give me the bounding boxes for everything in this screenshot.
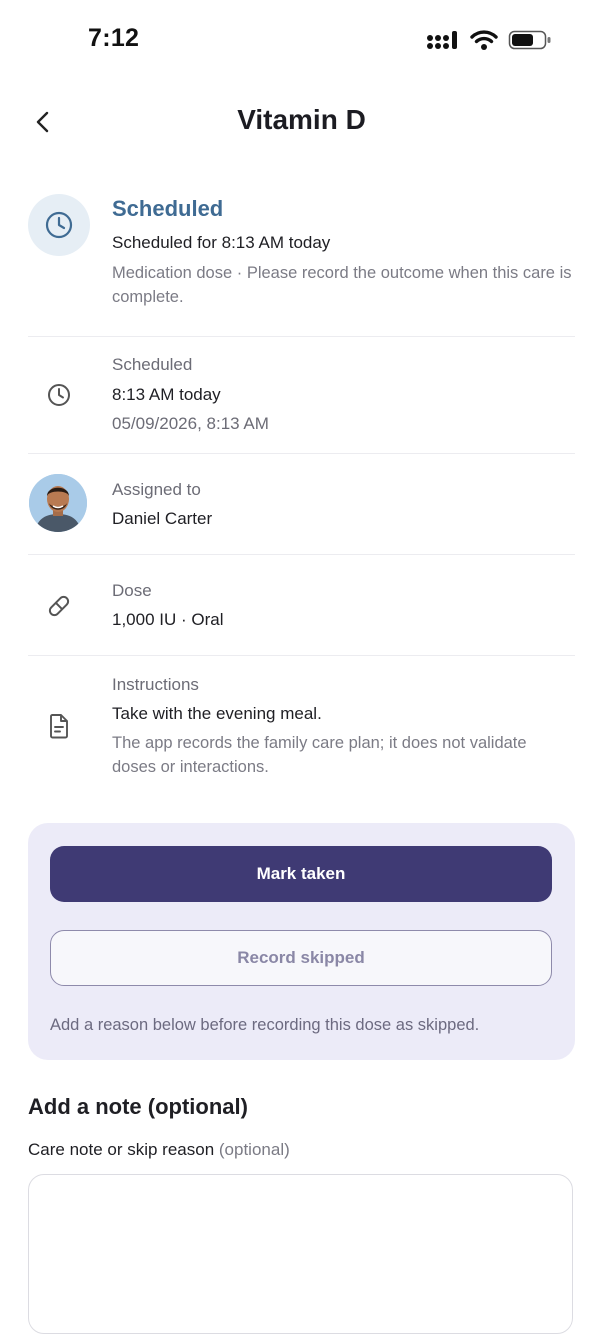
schedule-value: 8:13 AM today [112,385,221,404]
status-clock-badge [28,194,90,256]
clock-icon [48,384,70,406]
status-bar: 7:12 [0,0,603,80]
divider [28,453,575,454]
divider [28,554,575,555]
schedule-detail: 05/09/2026, 8:13 AM [112,414,269,433]
care-note-input[interactable] [28,1174,573,1334]
action-card: Mark taken Record skipped Add a reason b… [28,823,575,1060]
skip-hint: Add a reason below before recording this… [50,1016,480,1034]
wifi-icon [470,30,498,50]
status-title: Scheduled [112,196,224,221]
note-section-title: Add a note (optional) [28,1094,248,1119]
avatar [29,474,87,532]
battery-icon [508,30,551,50]
dose-label: Dose [112,581,152,600]
instructions-icon-box [44,711,74,741]
page-title: Vitamin D [237,104,366,135]
dose-icon-box [44,591,74,621]
assigned-label: Assigned to [112,480,201,499]
schedule-icon-box [44,380,74,410]
document-icon [50,714,68,739]
instructions-value: Take with the evening meal. [112,704,322,723]
status-subtitle: Scheduled for 8:13 AM today [112,233,331,252]
assigned-name: Daniel Carter [112,509,213,528]
status-description: Medication dose · Please record the outc… [112,264,572,306]
status-icons [426,29,552,51]
note-field-label-text: Care note or skip reason [28,1140,215,1159]
record-skipped-button[interactable]: Record skipped [50,930,552,986]
divider [28,655,575,656]
instructions-note: The app records the family care plan; it… [112,734,527,776]
note-field-label: Care note or skip reason (optional) [28,1140,290,1160]
pill-icon [48,595,70,617]
note-field-optional: (optional) [218,1140,290,1159]
signal-icon [427,31,457,49]
mark-taken-button[interactable]: Mark taken [50,846,552,902]
schedule-label: Scheduled [112,355,193,374]
instructions-label: Instructions [112,675,199,694]
dose-value: 1,000 IU · Oral [112,610,224,629]
divider [28,336,575,337]
status-time: 7:12 [88,24,140,52]
clock-icon [45,211,73,239]
